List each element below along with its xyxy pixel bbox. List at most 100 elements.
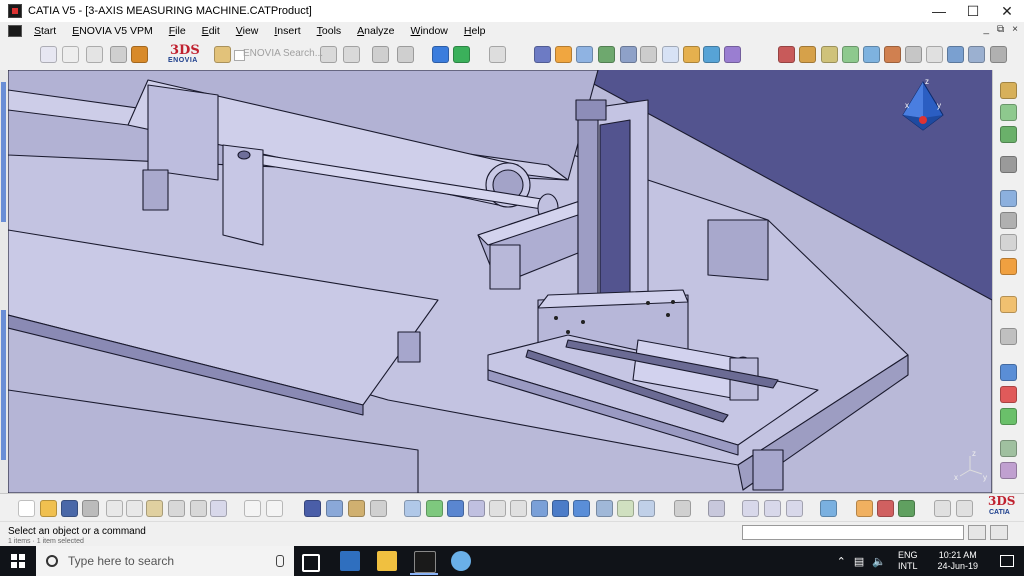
assembly-icon[interactable] xyxy=(598,46,615,63)
help-icon[interactable] xyxy=(210,500,227,517)
inertia-icon[interactable] xyxy=(786,500,803,517)
notification-icon[interactable] xyxy=(1000,555,1014,567)
apply-material-icon[interactable] xyxy=(877,500,894,517)
catalog-icon[interactable] xyxy=(348,500,365,517)
menu-help[interactable]: Help xyxy=(456,25,494,37)
add-part-icon[interactable] xyxy=(842,46,859,63)
new-file-icon[interactable] xyxy=(18,500,35,517)
chevron-up-icon[interactable]: ⌃ xyxy=(837,555,846,568)
task-view-icon[interactable] xyxy=(302,554,320,572)
grid-icon[interactable] xyxy=(724,46,741,63)
replace-icon[interactable] xyxy=(905,46,922,63)
doc-icon[interactable] xyxy=(662,46,679,63)
menu-analyze[interactable]: Analyze xyxy=(349,25,402,37)
snap-icon[interactable] xyxy=(1000,212,1017,229)
manipulate-icon[interactable] xyxy=(1000,190,1017,207)
cursor-icon[interactable] xyxy=(1000,296,1017,313)
flag-icon[interactable] xyxy=(453,46,470,63)
select-icon[interactable] xyxy=(40,46,57,63)
taskbar-clock[interactable]: 10:21 AM 24-Jun-19 xyxy=(937,550,978,572)
fly-icon[interactable] xyxy=(404,500,421,517)
start-menu-icon[interactable] xyxy=(8,25,22,37)
redo-icon[interactable] xyxy=(190,500,207,517)
shading-icon[interactable] xyxy=(596,500,613,517)
microphone-icon[interactable] xyxy=(276,555,284,567)
copy-icon[interactable] xyxy=(126,500,143,517)
new-component-icon[interactable] xyxy=(1000,82,1017,99)
search-icon[interactable] xyxy=(86,46,103,63)
3d-viewport[interactable]: z x y z x y xyxy=(8,70,992,493)
constraint-icon[interactable] xyxy=(1000,328,1017,345)
menu-enovia[interactable]: ENOVIA V5 VPM xyxy=(64,25,161,37)
tools-icon[interactable] xyxy=(884,46,901,63)
table-icon[interactable] xyxy=(304,500,321,517)
abc-icon[interactable] xyxy=(62,46,79,63)
new-part-icon[interactable] xyxy=(1000,126,1017,143)
mdi-minimize-icon[interactable]: _ xyxy=(983,24,989,35)
new-product-icon[interactable] xyxy=(1000,104,1017,121)
print-icon[interactable] xyxy=(82,500,99,517)
iso-view-icon[interactable] xyxy=(573,500,590,517)
enovia-search-icon[interactable] xyxy=(214,46,231,63)
zoom-out-icon[interactable] xyxy=(510,500,527,517)
explode-icon[interactable] xyxy=(1000,234,1017,251)
multi-view-icon[interactable] xyxy=(552,500,569,517)
command-clear-button[interactable] xyxy=(990,525,1008,540)
link-icon[interactable] xyxy=(683,46,700,63)
paperclip-icon[interactable] xyxy=(640,46,657,63)
minimize-button[interactable]: — xyxy=(922,0,956,22)
menu-view[interactable]: View xyxy=(228,25,267,37)
clash-icon[interactable] xyxy=(898,500,915,517)
menu-window[interactable]: Window xyxy=(403,25,456,37)
close-button[interactable]: ✕ xyxy=(990,0,1024,22)
catia-taskbar-icon[interactable] xyxy=(414,551,436,573)
swap-icon[interactable] xyxy=(638,500,655,517)
sketch-icon[interactable] xyxy=(934,500,951,517)
update-icon[interactable] xyxy=(1000,440,1017,457)
enovia-search-label[interactable]: ENOVIA Search... xyxy=(243,48,323,59)
cube-icon[interactable] xyxy=(555,46,572,63)
network-icon[interactable]: ▤ xyxy=(854,555,864,568)
pan-icon[interactable] xyxy=(447,500,464,517)
rotate-icon[interactable] xyxy=(468,500,485,517)
arrows-icon[interactable] xyxy=(703,46,720,63)
render-icon[interactable] xyxy=(856,500,873,517)
taskbar-search-box[interactable]: Type here to search xyxy=(36,546,294,576)
fit-all-icon[interactable] xyxy=(426,500,443,517)
volume-icon[interactable]: 🔈 xyxy=(872,555,886,568)
filter-icon[interactable] xyxy=(956,500,973,517)
file-explorer-icon[interactable] xyxy=(377,551,397,571)
menu-file[interactable]: File xyxy=(161,25,194,37)
tree-icon[interactable] xyxy=(326,500,343,517)
coincidence-icon[interactable] xyxy=(1000,364,1017,381)
contact-icon[interactable] xyxy=(1000,386,1017,403)
paste-icon[interactable] xyxy=(146,500,163,517)
measure-item-icon[interactable] xyxy=(764,500,781,517)
gear-icon[interactable] xyxy=(799,46,816,63)
normal-view-icon[interactable] xyxy=(531,500,548,517)
hand-icon[interactable] xyxy=(1000,258,1017,275)
refresh-icon[interactable] xyxy=(343,46,360,63)
hide-show-icon[interactable] xyxy=(617,500,634,517)
mdi-close-icon[interactable]: × xyxy=(1012,24,1018,35)
menu-insert[interactable]: Insert xyxy=(266,25,308,37)
gear-icon[interactable] xyxy=(778,46,795,63)
command-input[interactable] xyxy=(742,525,964,540)
formula-icon[interactable] xyxy=(244,500,261,517)
gear-icon[interactable] xyxy=(990,46,1007,63)
tree-node-icon[interactable] xyxy=(620,46,637,63)
maximize-button[interactable]: ☐ xyxy=(956,0,990,22)
list-icon[interactable] xyxy=(370,500,387,517)
offset-icon[interactable] xyxy=(1000,408,1017,425)
measure-icon[interactable] xyxy=(968,46,985,63)
menu-start[interactable]: Start xyxy=(26,25,64,37)
shield-icon[interactable] xyxy=(110,46,127,63)
camera-icon[interactable] xyxy=(674,500,691,517)
export-icon[interactable] xyxy=(863,46,880,63)
save-icon[interactable] xyxy=(61,500,78,517)
open-folder-icon[interactable] xyxy=(40,500,57,517)
windows-start-button[interactable] xyxy=(0,546,36,576)
measure-icon[interactable] xyxy=(742,500,759,517)
undo-icon[interactable] xyxy=(168,500,185,517)
layers-icon[interactable] xyxy=(821,46,838,63)
